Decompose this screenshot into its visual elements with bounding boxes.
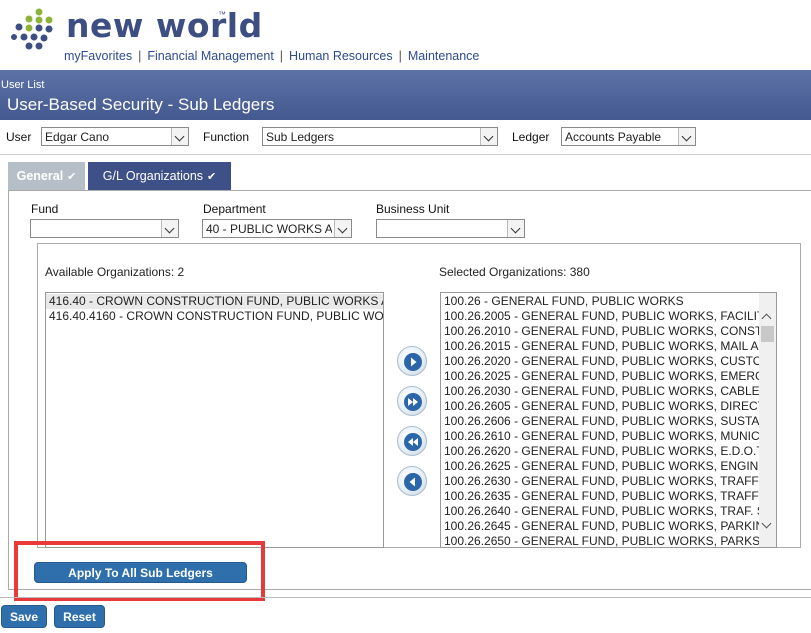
business-unit-label: Business Unit: [376, 202, 450, 216]
business-unit-select[interactable]: [376, 219, 525, 238]
chevron-down-icon: [480, 128, 497, 145]
list-item[interactable]: 100.26.2010 - GENERAL FUND, PUBLIC WORKS…: [441, 324, 759, 339]
scroll-down-icon[interactable]: [759, 517, 776, 534]
brand-name: new world: [66, 6, 263, 45]
top-navigation: myFavorites | Financial Management | Hum…: [64, 49, 479, 63]
department-label: Department: [203, 202, 266, 216]
list-item[interactable]: 100.26.2645 - GENERAL FUND, PUBLIC WORKS…: [441, 519, 759, 534]
move-all-right-button[interactable]: [397, 386, 427, 416]
brand-trademark: ™: [218, 10, 226, 19]
user-label: User: [6, 130, 32, 144]
ledger-label: Ledger: [512, 130, 550, 144]
list-item[interactable]: 100.26.2625 - GENERAL FUND, PUBLIC WORKS…: [441, 459, 759, 474]
list-item[interactable]: 416.40.4160 - CROWN CONSTRUCTION FUND, P…: [46, 309, 383, 324]
tab-gl-label: G/L Organizations: [102, 169, 204, 183]
fund-select[interactable]: [30, 219, 179, 238]
ledger-select[interactable]: Accounts Payable: [561, 127, 696, 146]
scroll-up-icon[interactable]: [759, 308, 776, 325]
list-item[interactable]: 100.26.2630 - GENERAL FUND, PUBLIC WORKS…: [441, 474, 759, 489]
app-header: new world ™ myFavorites | Financial Mana…: [0, 0, 811, 70]
nav-financial-management[interactable]: Financial Management: [147, 49, 273, 63]
logo-dots-icon: [11, 8, 53, 50]
move-all-left-button[interactable]: [397, 426, 427, 456]
nav-separator: |: [279, 49, 284, 63]
list-item[interactable]: 100.26.2650 - GENERAL FUND, PUBLIC WORKS…: [441, 534, 759, 547]
nav-separator: |: [138, 49, 142, 63]
check-icon: ✔: [207, 170, 217, 183]
selected-list-scrollbar[interactable]: [759, 293, 776, 547]
available-organizations-list[interactable]: 416.40 - CROWN CONSTRUCTION FUND, PUBLIC…: [45, 292, 384, 548]
department-select-value: 40 - PUBLIC WORKS AG: [206, 222, 332, 236]
chevron-down-icon: [507, 220, 524, 237]
fund-label: Fund: [31, 202, 59, 216]
chevron-down-icon: [171, 128, 188, 145]
list-item[interactable]: 100.26.2605 - GENERAL FUND, PUBLIC WORKS…: [441, 399, 759, 414]
list-item[interactable]: 100.26.2640 - GENERAL FUND, PUBLIC WORKS…: [441, 504, 759, 519]
list-item[interactable]: 100.26.2005 - GENERAL FUND, PUBLIC WORKS…: [441, 309, 759, 324]
tab-gl-organizations[interactable]: G/L Organizations ✔: [88, 162, 231, 190]
list-item[interactable]: 100.26.2635 - GENERAL FUND, PUBLIC WORKS…: [441, 489, 759, 504]
breadcrumb-user-list[interactable]: User List: [1, 79, 44, 91]
available-organizations-title: Available Organizations: 2: [45, 265, 185, 279]
scroll-thumb[interactable]: [761, 326, 774, 342]
ledger-select-value: Accounts Payable: [565, 130, 662, 144]
check-icon: ✔: [67, 170, 77, 183]
list-item[interactable]: 416.40 - CROWN CONSTRUCTION FUND, PUBLIC…: [46, 294, 383, 309]
function-label: Function: [203, 130, 250, 144]
list-item[interactable]: 100.26.2020 - GENERAL FUND, PUBLIC WORKS…: [441, 354, 759, 369]
selected-organizations-title: Selected Organizations: 380: [439, 265, 590, 279]
divider: [0, 154, 811, 155]
reset-button[interactable]: Reset: [54, 605, 105, 628]
list-item[interactable]: 100.26.2025 - GENERAL FUND, PUBLIC WORKS…: [441, 369, 759, 384]
department-select[interactable]: 40 - PUBLIC WORKS AG: [202, 219, 352, 238]
selected-organizations-list[interactable]: 100.26 - GENERAL FUND, PUBLIC WORKS 100.…: [440, 292, 777, 548]
nav-separator: |: [398, 49, 402, 63]
chevron-down-icon: [678, 128, 695, 145]
list-item[interactable]: 100.26.2030 - GENERAL FUND, PUBLIC WORKS…: [441, 384, 759, 399]
move-left-button[interactable]: [397, 466, 427, 496]
fast-forward-icon: [404, 393, 422, 411]
list-item[interactable]: 100.26.2015 - GENERAL FUND, PUBLIC WORKS…: [441, 339, 759, 354]
list-item[interactable]: 100.26.2610 - GENERAL FUND, PUBLIC WORKS…: [441, 429, 759, 444]
selected-rows: 100.26 - GENERAL FUND, PUBLIC WORKS 100.…: [441, 294, 759, 547]
user-select-value: Edgar Cano: [45, 130, 110, 144]
divider: [0, 597, 811, 598]
chevron-down-icon: [334, 220, 351, 237]
apply-to-all-sub-ledgers-button[interactable]: Apply To All Sub Ledgers: [34, 562, 247, 583]
nav-my-favorites[interactable]: myFavorites: [64, 49, 132, 63]
chevron-down-icon: [161, 220, 178, 237]
tab-general[interactable]: General ✔: [8, 162, 85, 190]
tab-general-label: General: [16, 169, 64, 183]
list-item[interactable]: 100.26.2620 - GENERAL FUND, PUBLIC WORKS…: [441, 444, 759, 459]
play-left-icon: [404, 473, 422, 491]
play-right-icon: [404, 353, 422, 371]
move-right-button[interactable]: [397, 346, 427, 376]
nav-maintenance[interactable]: Maintenance: [408, 49, 480, 63]
rewind-icon: [404, 433, 422, 451]
list-item[interactable]: 100.26 - GENERAL FUND, PUBLIC WORKS: [441, 294, 759, 309]
list-item[interactable]: 100.26.2606 - GENERAL FUND, PUBLIC WORKS…: [441, 414, 759, 429]
title-bar: User List User-Based Security - Sub Ledg…: [0, 70, 811, 120]
function-select[interactable]: Sub Ledgers: [262, 127, 498, 146]
page-title: User-Based Security - Sub Ledgers: [7, 95, 275, 114]
save-button[interactable]: Save: [1, 605, 47, 628]
function-select-value: Sub Ledgers: [266, 130, 335, 144]
nav-human-resources[interactable]: Human Resources: [289, 49, 393, 63]
filter-row: User Edgar Cano Function Sub Ledgers Led…: [0, 122, 811, 152]
user-select[interactable]: Edgar Cano: [41, 127, 189, 146]
